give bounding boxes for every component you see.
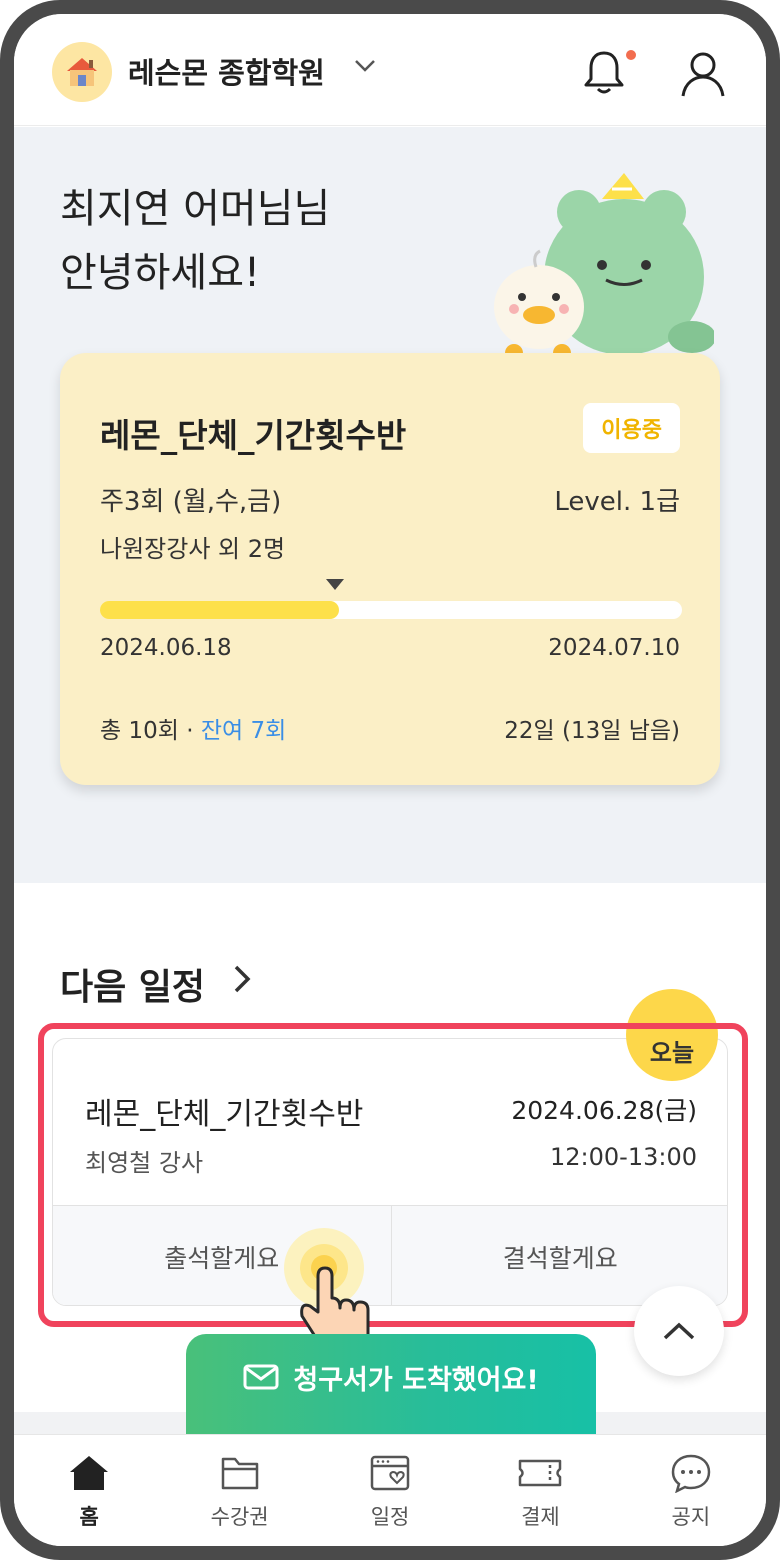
folder-icon (221, 1457, 258, 1490)
next-schedule-title[interactable]: 다음 일정 (60, 958, 205, 1010)
tab-label: 홈 (79, 1505, 99, 1529)
tab-label: 일정 (370, 1505, 410, 1529)
greeting-name: 최지연 어머님님 (60, 186, 331, 232)
days-remaining: 22일 (13일 남음) (504, 718, 680, 744)
pass-schedule: 주3회 (월,수,금) (100, 487, 282, 517)
pass-teachers: 나원장강사 외 2명 (100, 535, 286, 563)
bottom-tab-bar: 홈 수강권 일정 결제 공지 (14, 1434, 766, 1546)
academy-name[interactable]: 레슨몬 종합학원 (128, 50, 325, 92)
top-header: 레슨몬 종합학원 (14, 14, 766, 126)
chevron-down-icon[interactable] (354, 58, 376, 77)
envelope-icon (243, 1364, 279, 1390)
progress-fill (100, 601, 339, 619)
tab-label: 수강권 (210, 1505, 269, 1529)
progress-bar (100, 601, 682, 619)
highlight-frame (38, 1023, 748, 1327)
tab-label: 공지 (671, 1505, 711, 1529)
hero-section: 최지연 어머님님 안녕하세요! 레몬_단체_기간횟수반 이용중 주3회 (월,수… (14, 127, 766, 883)
chevron-up-icon (663, 1322, 695, 1340)
chevron-right-icon[interactable] (232, 964, 252, 998)
device-frame: 레슨몬 종합학원 최지연 어머님님 안녕하세요! 레몬_단체_기간횟수반 이용중… (0, 0, 780, 1560)
tab-notice[interactable]: 공지 (616, 1435, 766, 1546)
tab-home[interactable]: 홈 (14, 1435, 164, 1546)
start-date: 2024.06.18 (100, 635, 232, 661)
sessions-remaining: 잔여 7회 (200, 718, 287, 744)
bell-icon[interactable] (582, 48, 626, 100)
app-screen: 레슨몬 종합학원 최지연 어머님님 안녕하세요! 레몬_단체_기간횟수반 이용중… (14, 14, 766, 1546)
pass-card[interactable]: 레몬_단체_기간횟수반 이용중 주3회 (월,수,금) Level. 1급 나원… (60, 353, 720, 785)
greeting-hello: 안녕하세요! (60, 250, 261, 296)
progress-marker-icon (326, 579, 344, 590)
mascot-illustration (474, 167, 716, 371)
academy-logo-icon[interactable] (52, 42, 112, 102)
pass-title: 레몬_단체_기간횟수반 (100, 416, 407, 455)
status-badge: 이용중 (583, 403, 680, 453)
tab-payment[interactable]: 결제 (465, 1435, 615, 1546)
ticket-icon (519, 1459, 562, 1487)
pass-level: Level. 1급 (554, 487, 680, 517)
sessions-total: 총 10회 · (100, 718, 201, 744)
end-date: 2024.07.10 (548, 635, 680, 661)
tab-schedule[interactable]: 일정 (315, 1435, 465, 1546)
invoice-button[interactable]: 청구서가 도착했어요! (186, 1334, 596, 1444)
home-icon (70, 1456, 109, 1490)
notification-dot (626, 50, 636, 60)
greeting: 최지연 어머님님 안녕하세요! (60, 177, 330, 305)
profile-icon[interactable] (680, 50, 726, 102)
sessions-summary: 총 10회 · 잔여 7회 (100, 711, 286, 745)
scroll-top-button[interactable] (634, 1286, 724, 1376)
invoice-label: 청구서가 도착했어요! (293, 1364, 539, 1396)
tab-label: 결제 (521, 1505, 560, 1529)
tab-pass[interactable]: 수강권 (164, 1435, 314, 1546)
calendar-icon (370, 1455, 410, 1491)
chat-icon (671, 1454, 711, 1493)
